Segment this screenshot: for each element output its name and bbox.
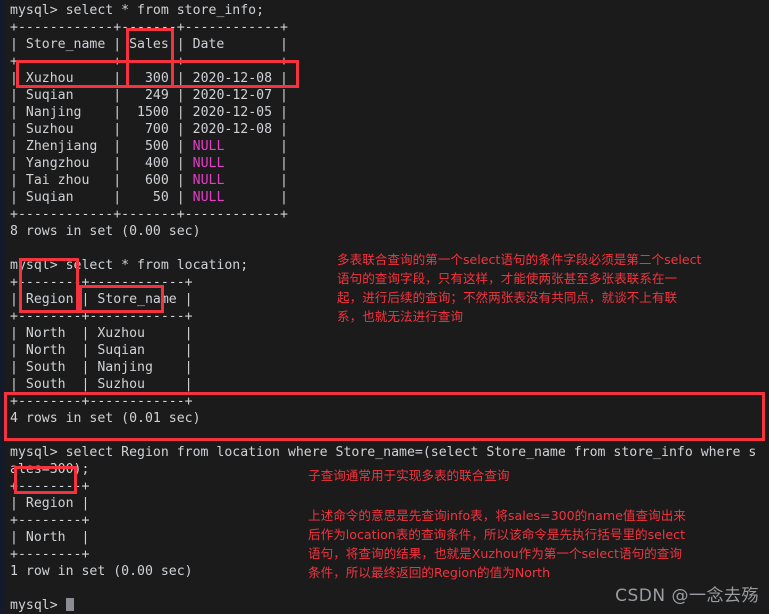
table-cell-date: 2020-12-05 | bbox=[184, 105, 288, 120]
table-cell-store-name: | Suqian | bbox=[10, 88, 122, 103]
table-cell-sales: 400 | bbox=[121, 156, 185, 171]
command-line: mysql> select * from store_info; bbox=[10, 3, 265, 18]
table-row: | Suqian | 249 | 2020-12-07 | bbox=[10, 87, 762, 104]
result-status-line: 8 rows in set (0.00 sec) bbox=[10, 224, 201, 239]
table-cell-sales: 1500 | bbox=[121, 105, 185, 120]
table-rule: +--------+------------+ bbox=[10, 394, 193, 409]
table-cell-sales: 700 | bbox=[121, 122, 185, 137]
table-cell-store-name: | Xuzhou | bbox=[10, 71, 122, 86]
table-cell-date: 2020-12-08 | bbox=[184, 122, 288, 137]
terminal-left-gutter bbox=[0, 0, 6, 614]
table-cell-store-name: | Tai zhou | bbox=[10, 173, 122, 188]
table-row: | Zhenjiang | 500 | NULL | bbox=[10, 138, 762, 155]
table-cell-store-name: | Suqian | bbox=[10, 190, 122, 205]
table-cell-padding: | bbox=[224, 190, 288, 205]
table-row: | Xuzhou | 300 | 2020-12-08 | bbox=[10, 70, 762, 87]
table-row: | North | Suqian | bbox=[10, 343, 193, 358]
table-cell-store-name: | Yangzhou | bbox=[10, 156, 122, 171]
table-row: | Store_name | Sales | Date | bbox=[10, 37, 288, 52]
mysql-terminal-window[interactable]: mysql> select * from store_info; +-------… bbox=[0, 0, 769, 614]
table-cell-sales: 50 | bbox=[121, 190, 185, 205]
table-row: | Nanjing | 1500 | 2020-12-05 | bbox=[10, 104, 762, 121]
table-row: | Suzhou | 700 | 2020-12-08 | bbox=[10, 121, 762, 138]
table-cell-padding: | bbox=[224, 139, 288, 154]
table-cell-padding: | bbox=[224, 156, 288, 171]
table-rule: +------------+-------+------------+ bbox=[10, 54, 288, 69]
table-cell-date: 2020-12-07 | bbox=[184, 88, 288, 103]
table-rule: +------------+-------+------------+ bbox=[10, 207, 288, 222]
annotation-query-explanation: 上述命令的意思是先查询info表，将sales=300的name值查询出来 后作… bbox=[308, 508, 686, 580]
table-cell-padding: | bbox=[224, 173, 288, 188]
annotation-multi-table-join: 多表联合查询的第一个select语句的条件字段必须是第二个select 语句的查… bbox=[337, 252, 702, 324]
command-line: mysql> select Region from location where… bbox=[10, 445, 757, 460]
table-cell-sales: 500 | bbox=[121, 139, 185, 154]
prompt-text: mysql> bbox=[10, 598, 66, 613]
table-cell-sales: 249 | bbox=[121, 88, 185, 103]
terminal-cursor[interactable] bbox=[65, 598, 74, 611]
table-cell-sales: 600 | bbox=[121, 173, 185, 188]
result-status-line: 4 rows in set (0.01 sec) bbox=[10, 411, 201, 426]
table-rule: +------------+-------+------------+ bbox=[10, 20, 288, 35]
table-cell-date: 2020-12-08 | bbox=[184, 71, 288, 86]
table-row: | North | Xuzhou | bbox=[10, 326, 193, 341]
table-cell-date-null: NULL bbox=[184, 156, 225, 171]
table-row: | Tai zhou | 600 | NULL | bbox=[10, 172, 762, 189]
table-cell-date-null: NULL bbox=[184, 173, 225, 188]
csdn-watermark: CSDN @一念去殇 bbox=[615, 586, 759, 606]
table-row: | Suqian | 50 | NULL | bbox=[10, 189, 762, 206]
table-cell-date-null: NULL bbox=[184, 190, 225, 205]
table-cell-date-null: NULL bbox=[184, 139, 225, 154]
table-cell-sales: 300 | bbox=[121, 71, 185, 86]
table-cell-store-name: | Zhenjiang | bbox=[10, 139, 122, 154]
table-row: | Yangzhou | 400 | NULL | bbox=[10, 155, 762, 172]
table-cell-store-name: | Suzhou | bbox=[10, 122, 122, 137]
annotation-subquery-purpose: 子查询通常用于实现多表的联合查询 bbox=[308, 468, 510, 483]
table-row: | South | Suzhou | bbox=[10, 377, 193, 392]
table-cell-store-name: | Nanjing | bbox=[10, 105, 122, 120]
table-row: | South | Nanjing | bbox=[10, 360, 193, 375]
